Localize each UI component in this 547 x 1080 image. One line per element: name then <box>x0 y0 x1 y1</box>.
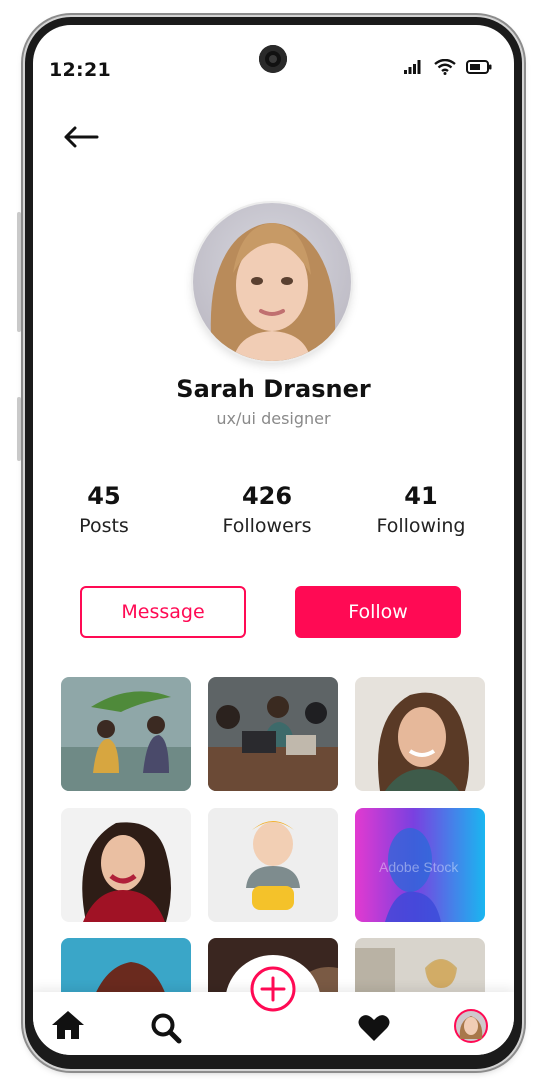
stat-followers[interactable]: 426 Followers <box>192 481 342 541</box>
nav-search[interactable] <box>150 1012 182 1048</box>
gallery-photo-2[interactable] <box>208 677 338 791</box>
nav-add[interactable] <box>248 964 298 1018</box>
wifi-icon <box>434 59 456 75</box>
gallery-photo-6[interactable]: Adobe Stock <box>355 808 485 922</box>
stat-followers-label: Followers <box>222 515 312 537</box>
stat-posts-value: 45 <box>87 482 121 510</box>
search-icon <box>151 1013 182 1044</box>
status-icons <box>404 59 492 75</box>
follow-button[interactable]: Follow <box>295 586 461 638</box>
volume-button <box>17 212 21 332</box>
avatar[interactable] <box>193 203 351 361</box>
front-camera <box>259 45 287 73</box>
screen: 12:21 Sarah Drasner ux/ui designer 45 Po… <box>33 25 514 1055</box>
phone-frame: 12:21 Sarah Drasner ux/ui designer 45 Po… <box>17 17 522 1069</box>
stat-following[interactable]: 41 Following <box>346 481 496 541</box>
nav-home[interactable] <box>51 1010 85 1044</box>
message-button[interactable]: Message <box>80 586 246 638</box>
watermark-text: Adobe Stock <box>379 859 459 875</box>
nav-favorites[interactable] <box>358 1014 390 1046</box>
profile-name: Sarah Drasner <box>176 375 371 403</box>
stat-followers-value: 426 <box>241 482 293 510</box>
profile-role: ux/ui designer <box>216 409 331 428</box>
heart-icon <box>358 1015 390 1041</box>
arrow-left-icon <box>64 126 99 148</box>
stat-following-label: Following <box>376 515 466 537</box>
gallery-photo-5[interactable] <box>208 808 338 922</box>
profile-avatar[interactable] <box>454 1009 488 1047</box>
signal-icon <box>404 60 421 74</box>
gallery-photo-4[interactable] <box>61 808 191 922</box>
stat-following-value: 41 <box>404 482 438 510</box>
battery-icon <box>466 60 492 74</box>
bottom-nav <box>33 966 514 1055</box>
gallery-photo-1[interactable] <box>61 677 191 791</box>
stat-posts[interactable]: 45 Posts <box>33 481 179 541</box>
power-button <box>17 397 21 461</box>
home-icon <box>52 1011 84 1039</box>
stat-posts-label: Posts <box>79 515 129 537</box>
status-time: 12:21 <box>49 59 111 81</box>
back-button[interactable] <box>61 123 101 151</box>
gallery-photo-3[interactable] <box>355 677 485 791</box>
add-icon <box>250 966 296 1012</box>
